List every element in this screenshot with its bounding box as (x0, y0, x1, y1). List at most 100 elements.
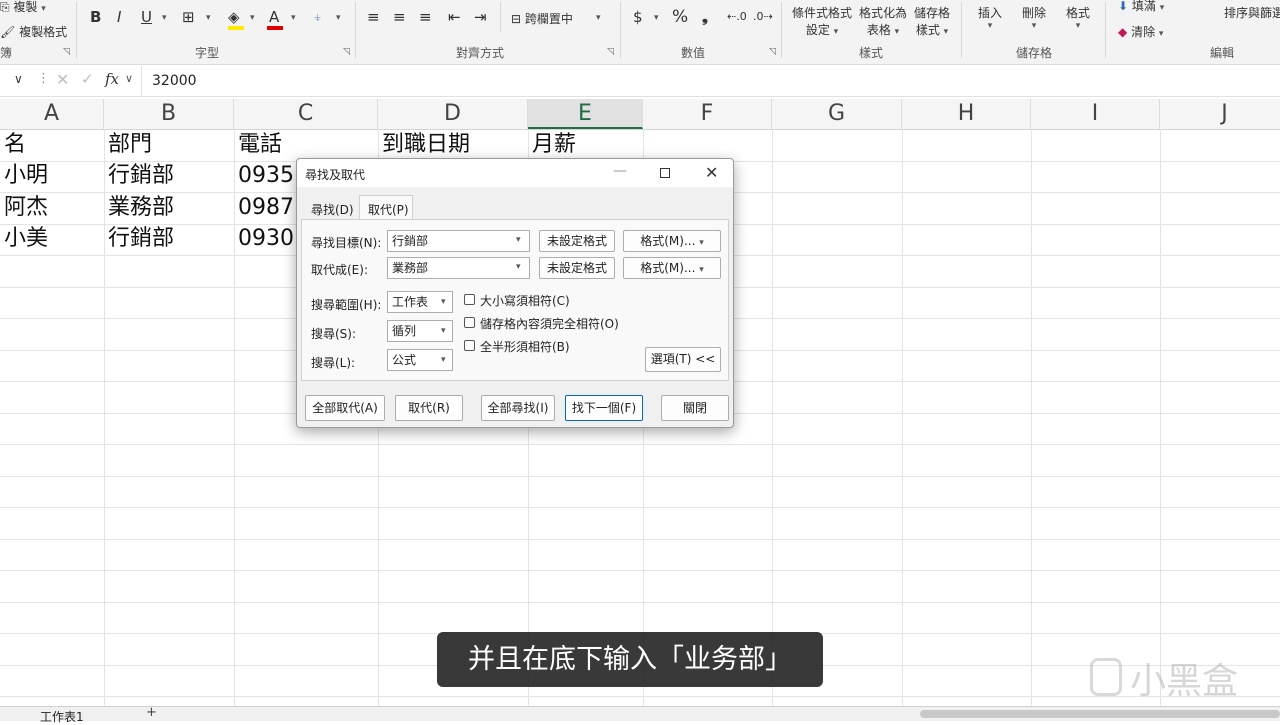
column-header-g[interactable]: G (772, 99, 902, 129)
tab-replace[interactable]: 取代(P) (359, 195, 413, 220)
currency-button[interactable]: $ (633, 8, 643, 26)
fill-color-icon[interactable]: ◈ (228, 8, 240, 26)
fill-button[interactable]: ⬇ 填滿 ▾ (1118, 0, 1164, 14)
alignment-launcher-icon[interactable]: ◹ (607, 47, 614, 57)
increase-decimal-icon[interactable]: ⇠.0 (727, 10, 747, 23)
phonetic-dropdown-icon[interactable]: ▾ (336, 13, 341, 23)
find-format-button[interactable]: 格式(M)... ▾ (623, 230, 721, 252)
close-icon[interactable]: ✕ (705, 163, 718, 182)
cell-d1[interactable]: 到職日期 (382, 129, 470, 161)
fill-color-dropdown-icon[interactable]: ▾ (250, 13, 255, 23)
decrease-indent-icon[interactable]: ⇤ (448, 8, 461, 26)
delete-button[interactable]: 刪除 ▾ (1014, 4, 1054, 31)
format-button[interactable]: 格式 ▾ (1058, 4, 1098, 31)
cell-a3[interactable]: 阿杰 (4, 192, 48, 224)
clipboard-launcher-icon[interactable]: ◹ (63, 47, 70, 57)
column-header-f[interactable]: F (643, 99, 772, 129)
replace-format-button[interactable]: 格式(M)... ▾ (623, 257, 721, 279)
format-as-table-button[interactable]: 格式化為 表格 ▾ (856, 4, 910, 38)
cell-c4[interactable]: 0930 (238, 223, 294, 255)
number-launcher-icon[interactable]: ◹ (769, 47, 776, 57)
merge-center-button[interactable]: ⊟ 跨欄置中 (511, 10, 573, 27)
cell-c1[interactable]: 電話 (238, 129, 282, 161)
format-painter-button[interactable]: 🖌 複製格式 (0, 23, 67, 40)
fx-dropdown-icon[interactable]: ∨ (125, 72, 133, 85)
column-header-e[interactable]: E (528, 99, 643, 129)
font-launcher-icon[interactable]: ◹ (343, 47, 350, 57)
enter-icon[interactable]: ✓ (81, 70, 94, 88)
comma-button[interactable]: ❟ (702, 8, 708, 26)
align-center-icon[interactable]: ≡ (393, 8, 406, 26)
phonetic-icon[interactable]: ⍖ (313, 8, 322, 26)
cell-a2[interactable]: 小明 (4, 160, 48, 192)
underline-button[interactable]: U (141, 8, 152, 26)
add-sheet-icon[interactable]: + (146, 705, 157, 720)
minimize-icon[interactable]: — (613, 163, 627, 179)
font-color-button[interactable]: A (269, 8, 279, 26)
sheet-tab-1[interactable]: 工作表1 (40, 708, 84, 725)
more-options-icon[interactable]: ⋮ (37, 71, 50, 86)
cell-styles-button[interactable]: 儲存格 樣式 ▾ (910, 4, 954, 38)
sort-filter-button[interactable]: 排序與篩選 (1224, 4, 1280, 21)
column-header-b[interactable]: B (104, 99, 234, 129)
name-box-dropdown-icon[interactable]: ∨ (14, 72, 23, 86)
match-byte-checkbox[interactable] (464, 340, 475, 351)
align-right-icon[interactable]: ≡ (419, 8, 432, 26)
within-dropdown-icon[interactable]: ▾ (441, 297, 446, 307)
tab-find[interactable]: 尋找(D) (301, 197, 357, 219)
merge-dropdown-icon[interactable]: ▾ (596, 13, 601, 23)
find-next-button[interactable]: 找下一個(F) (565, 395, 643, 421)
insert-function-button[interactable]: fx (105, 70, 119, 88)
cell-c3[interactable]: 0987 (238, 192, 294, 224)
column-header-j[interactable]: J (1160, 99, 1280, 129)
underline-dropdown-icon[interactable]: ▾ (162, 13, 167, 23)
maximize-icon[interactable] (660, 168, 670, 178)
cell-b3[interactable]: 業務部 (108, 192, 174, 224)
replace-button[interactable]: 取代(R) (395, 395, 463, 421)
insert-button[interactable]: 插入 ▾ (970, 4, 1010, 31)
column-header-h[interactable]: H (902, 99, 1031, 129)
cell-a4[interactable]: 小美 (4, 223, 48, 255)
border-icon[interactable]: ⊞ (182, 8, 195, 26)
column-header-a[interactable]: A (0, 99, 104, 129)
replace-input[interactable]: 業務部 (387, 257, 530, 279)
cell-e1[interactable]: 月薪 (532, 129, 576, 161)
close-button[interactable]: 關閉 (661, 395, 729, 421)
conditional-formatting-button[interactable]: 條件式格式 設定 ▾ (790, 4, 854, 38)
percent-button[interactable]: % (672, 7, 688, 27)
cell-b2[interactable]: 行銷部 (108, 160, 174, 192)
options-button[interactable]: 選項(T) << (645, 347, 721, 372)
ribbon-separator (355, 2, 356, 58)
column-header-d[interactable]: D (378, 99, 528, 129)
horizontal-scrollbar[interactable] (920, 710, 1280, 718)
font-color-dropdown-icon[interactable]: ▾ (291, 13, 296, 23)
cancel-icon[interactable]: ✕ (56, 70, 69, 89)
cell-c2[interactable]: 0935 (238, 160, 294, 192)
find-all-button[interactable]: 全部尋找(I) (481, 395, 555, 421)
align-left-icon[interactable]: ≡ (367, 8, 380, 26)
search-order-dropdown-icon[interactable]: ▾ (441, 326, 446, 336)
within-label: 搜尋範圍(H): (311, 298, 382, 312)
look-in-dropdown-icon[interactable]: ▾ (441, 355, 446, 365)
italic-button[interactable]: I (117, 8, 121, 26)
formula-input[interactable]: 32000 (152, 73, 197, 89)
cell-a1[interactable]: 名 (4, 129, 26, 161)
border-dropdown-icon[interactable]: ▾ (206, 13, 211, 23)
decrease-decimal-icon[interactable]: .0⇢ (753, 10, 773, 23)
cell-b1[interactable]: 部門 (108, 129, 152, 161)
match-entire-checkbox[interactable] (464, 317, 475, 328)
replace-format-label: 格式(M)... (640, 261, 696, 275)
find-dropdown-icon[interactable]: ▾ (516, 235, 521, 245)
find-input[interactable]: 行銷部 (387, 230, 530, 252)
currency-dropdown-icon[interactable]: ▾ (654, 13, 659, 23)
cell-b4[interactable]: 行銷部 (108, 223, 174, 255)
column-header-c[interactable]: C (234, 99, 378, 129)
increase-indent-icon[interactable]: ⇥ (474, 8, 487, 26)
replace-dropdown-icon[interactable]: ▾ (516, 262, 521, 272)
copy-button[interactable]: ⎘ 複製 ▾ (0, 0, 46, 15)
bold-button[interactable]: B (90, 8, 101, 26)
column-header-i[interactable]: I (1031, 99, 1160, 129)
replace-all-button[interactable]: 全部取代(A) (305, 395, 385, 421)
match-case-checkbox[interactable] (464, 294, 475, 305)
clear-button[interactable]: ◆ 清除 ▾ (1118, 23, 1163, 40)
